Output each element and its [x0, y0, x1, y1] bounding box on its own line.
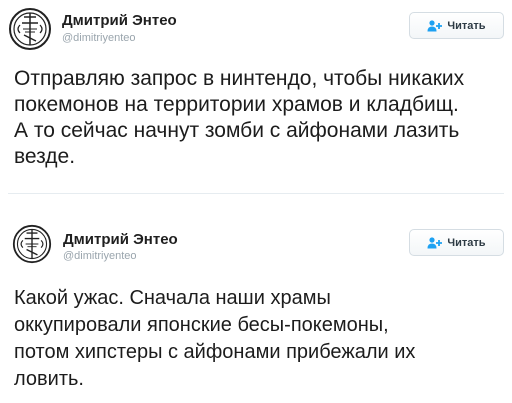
follow-button-label: Читать: [447, 19, 486, 32]
author-name[interactable]: Дмитрий Энтео: [63, 231, 178, 248]
tweet-text: Какой ужас. Сначала наши храмы оккупиров…: [14, 287, 416, 390]
orthodox-seal-icon: [9, 8, 51, 50]
divider: [8, 193, 504, 194]
follow-button[interactable]: Читать: [409, 229, 504, 256]
tweet-card: Дмитрий Энтео @dimitriyenteo Читать Отпр…: [0, 0, 512, 194]
add-user-icon: [427, 19, 443, 32]
orthodox-seal-icon: [12, 224, 52, 264]
tweet-text: Отправляю запрос в нинтендо, чтобы никак…: [14, 67, 465, 168]
tweet-card: Дмитрий Энтео @dimitriyenteo Читать Како…: [0, 208, 512, 403]
author-handle[interactable]: @dimitriyenteo: [63, 250, 137, 262]
add-user-icon: [427, 236, 443, 249]
follow-button-label: Читать: [447, 236, 486, 249]
author-name[interactable]: Дмитрий Энтео: [62, 12, 177, 29]
avatar[interactable]: [12, 224, 52, 264]
author-handle[interactable]: @dimitriyenteo: [62, 32, 136, 44]
follow-button[interactable]: Читать: [409, 12, 504, 39]
avatar[interactable]: [8, 7, 52, 51]
